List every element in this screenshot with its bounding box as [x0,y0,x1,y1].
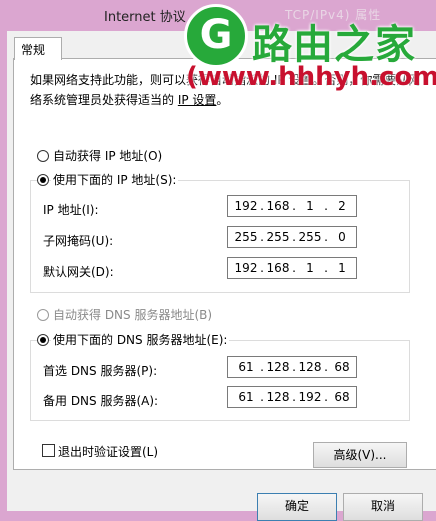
octet-separator: . [260,261,264,275]
validate-on-exit-label[interactable]: 退出时验证设置(L) [58,443,158,460]
manual-dns-label[interactable]: 使用下面的 DNS 服务器地址(E): [51,331,230,348]
subnet-mask-label: 子网掩码(U): [43,234,114,248]
preferred-dns-input[interactable]: 61. 128. 128. 68 [227,356,357,378]
validate-on-exit-checkbox[interactable] [42,444,55,457]
octet: 128 [266,360,290,374]
octet-separator: . [260,199,264,213]
octet-separator: . [292,360,296,374]
description-line-2-prefix: 络系统管理员处获得适当的 [30,93,178,107]
octet-separator: . [324,199,328,213]
alternate-dns-label: 备用 DNS 服务器(A): [43,394,159,408]
octet-separator: . [260,230,264,244]
octet-separator: . [292,390,296,404]
octet: 128 [266,390,290,404]
alternate-dns-input[interactable]: 61. 128. 192. 68 [227,386,357,408]
advanced-button-label: 高级(V)... [333,448,387,462]
auto-ip-label[interactable]: 自动获得 IP 地址(O) [53,147,162,164]
octet: 61 [238,390,254,404]
auto-dns-label[interactable]: 自动获得 DNS 服务器地址(B) [53,306,212,323]
octet: 1 [338,261,346,275]
tab-general[interactable]: 常规 [14,37,62,60]
advanced-button[interactable]: 高级(V)... [313,442,407,468]
watermark-logo-icon: G [184,4,248,68]
octet: 68 [334,390,350,404]
octet: 0 [338,230,346,244]
manual-dns-radio[interactable] [37,334,49,346]
octet: 68 [334,360,350,374]
auto-dns-radio[interactable] [37,309,49,321]
ok-button-label: 确定 [284,499,309,513]
preferred-dns-label: 首选 DNS 服务器(P): [43,364,158,378]
ok-button[interactable]: 确定 [257,493,337,521]
watermark-logo-glyph: G [199,12,233,58]
octet: 1 [306,261,314,275]
cancel-button[interactable]: 取消 [343,493,423,521]
octet: 255 [298,230,322,244]
octet-separator: . [324,360,328,374]
description-line-2: 络系统管理员处获得适当的 IP 设置。 [30,90,430,110]
octet: 168 [266,199,290,213]
octet: 255 [234,230,258,244]
octet-separator: . [292,261,296,275]
octet: 255 [266,230,290,244]
octet-separator: . [324,230,328,244]
octet: 1 [306,199,314,213]
octet-separator: . [292,230,296,244]
subnet-mask-input[interactable]: 255. 255. 255. 0 [227,226,357,248]
ip-address-input[interactable]: 192. 168. 1. 2 [227,195,357,217]
watermark-site-url: (www.hhhyh.com) [186,62,436,92]
octet-separator: . [260,390,264,404]
default-gateway-input[interactable]: 192. 168. 1. 1 [227,257,357,279]
cancel-button-label: 取消 [370,499,395,513]
octet-separator: . [260,360,264,374]
tab-general-label: 常规 [21,43,46,57]
manual-ip-label[interactable]: 使用下面的 IP 地址(S): [51,171,179,188]
octet: 61 [238,360,254,374]
default-gateway-label: 默认网关(D): [43,265,114,279]
manual-ip-radio[interactable] [37,174,49,186]
octet: 128 [298,360,322,374]
octet: 168 [266,261,290,275]
description-line-2-suffix: 。 [216,93,229,107]
octet-separator: . [324,390,328,404]
ip-settings-link[interactable]: IP 设置 [178,93,217,107]
octet-separator: . [324,261,328,275]
octet-separator: . [292,199,296,213]
window-title: Internet 协议 [104,10,186,25]
ip-address-label: IP 地址(I): [43,203,99,217]
auto-ip-radio[interactable] [37,150,49,162]
octet: 2 [338,199,346,213]
octet: 192 [234,261,258,275]
octet: 192 [298,390,322,404]
octet: 192 [234,199,258,213]
